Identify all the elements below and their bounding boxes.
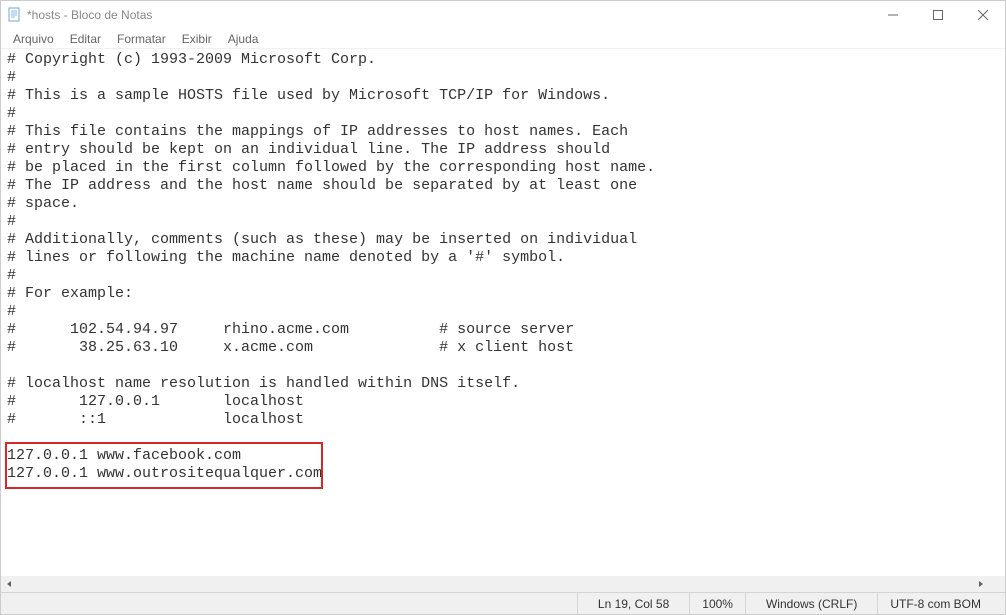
menubar: Arquivo Editar Formatar Exibir Ajuda xyxy=(1,29,1005,49)
statusbar: Ln 19, Col 58 100% Windows (CRLF) UTF-8 … xyxy=(1,592,1005,614)
scroll-left-icon[interactable] xyxy=(1,576,17,592)
menu-view[interactable]: Exibir xyxy=(174,30,220,48)
window-controls xyxy=(870,1,1005,29)
maximize-button[interactable] xyxy=(915,1,960,29)
minimize-button[interactable] xyxy=(870,1,915,29)
scrollbar-corner xyxy=(989,576,1005,592)
menu-edit[interactable]: Editar xyxy=(62,30,109,48)
status-encoding: UTF-8 com BOM xyxy=(878,593,1005,614)
status-position: Ln 19, Col 58 xyxy=(578,593,690,614)
editor-area: # Copyright (c) 1993-2009 Microsoft Corp… xyxy=(1,49,1005,592)
scroll-right-icon[interactable] xyxy=(973,576,989,592)
menu-file[interactable]: Arquivo xyxy=(5,30,62,48)
status-line-ending: Windows (CRLF) xyxy=(746,593,878,614)
status-zoom: 100% xyxy=(690,593,746,614)
close-button[interactable] xyxy=(960,1,1005,29)
horizontal-scrollbar[interactable] xyxy=(1,576,989,592)
menu-help[interactable]: Ajuda xyxy=(220,30,267,48)
text-editor[interactable]: # Copyright (c) 1993-2009 Microsoft Corp… xyxy=(1,49,1005,576)
scroll-track[interactable] xyxy=(17,576,973,592)
titlebar: *hosts - Bloco de Notas xyxy=(1,1,1005,29)
notepad-icon xyxy=(7,7,23,23)
status-spacer xyxy=(1,593,578,614)
menu-format[interactable]: Formatar xyxy=(109,30,174,48)
window-title: *hosts - Bloco de Notas xyxy=(27,8,152,22)
